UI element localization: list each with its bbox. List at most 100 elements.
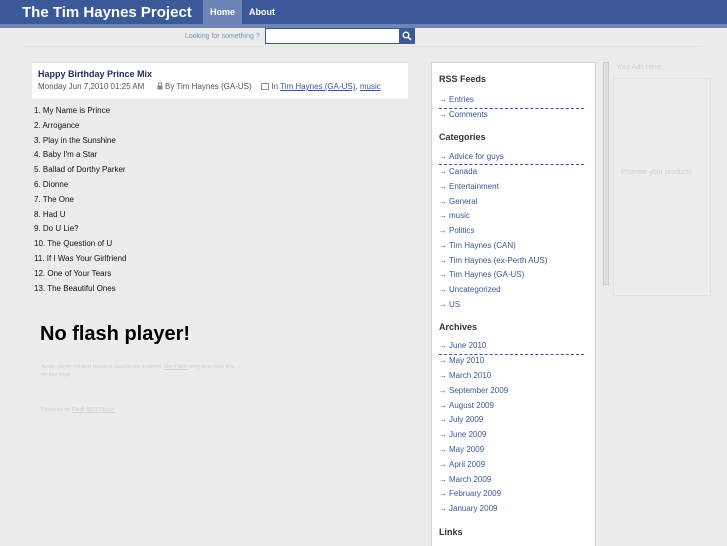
sidebar-item-category[interactable]: → Advice for guys (439, 152, 584, 161)
arrow-icon: → (439, 401, 447, 410)
arrow-icon: → (439, 167, 447, 176)
search-icon (402, 31, 412, 41)
post-in-label: In (271, 82, 279, 91)
list-item: 7. The One (34, 194, 74, 204)
arrow-icon: → (439, 211, 447, 220)
post-title[interactable]: Happy Birthday Prince Mix (38, 69, 152, 79)
arrow-icon: → (439, 285, 447, 294)
list-item: 2. Arrogance (34, 120, 80, 130)
sidebar-item-archive[interactable]: → April 2009 (439, 460, 584, 469)
list-item: 10. The Question of U (34, 239, 113, 249)
arrow-icon: → (439, 430, 447, 439)
sidebar-item-entries[interactable]: → Entries (439, 95, 584, 104)
site-title[interactable]: The Tim Haynes Project (22, 4, 192, 21)
sidebar-item-archive[interactable]: → August 2009 (439, 401, 584, 410)
lock-icon (157, 82, 163, 90)
powered-by-text: Powered by (41, 407, 71, 413)
sidebar-item-comments[interactable]: → Comments (439, 110, 584, 119)
arrow-icon: → (439, 341, 447, 350)
arrow-icon: → (439, 445, 447, 454)
flash-note-text-end: plug-in to hear this (189, 364, 235, 370)
sidebar-item-archive[interactable]: → June 2009 (439, 430, 584, 439)
sidebar-item-label: Entries (449, 95, 474, 104)
flash-mp3-player-link[interactable]: Flash MP3 Player (72, 407, 115, 413)
search-label: Looking for something ? (185, 33, 260, 40)
archives-heading: Archives (439, 322, 478, 332)
arrow-icon: → (439, 241, 447, 250)
sidebar-item-label: July 2009 (449, 415, 484, 424)
sidebar-item-archive[interactable]: → June 2010 (439, 341, 584, 350)
track-list: 1. My Name is Prince 2. Arrogance 3. Pla… (34, 104, 126, 296)
sidebar-item-category[interactable]: → Canada (439, 167, 584, 176)
sidebar-item-label: September 2009 (449, 386, 509, 395)
flash-note-text: Audio player content requires JavaScript… (41, 364, 163, 370)
sidebar-item-archive[interactable]: → March 2009 (439, 475, 584, 484)
search-input[interactable] (265, 28, 400, 44)
divider (439, 354, 584, 355)
list-item: 5. Ballad of Dorthy Parker (34, 165, 126, 175)
nav-about[interactable]: About (242, 0, 282, 24)
sidebar-item-label: Tim Haynes (GA-US) (449, 270, 525, 279)
sidebar-item-label: May 2009 (449, 445, 485, 454)
arrow-icon: → (439, 95, 447, 104)
list-item: 12. One of Your Tears (34, 268, 112, 278)
sidebar-item-category[interactable]: → Tim Haynes (GA-US) (439, 270, 584, 279)
arrow-icon: → (439, 386, 447, 395)
arrow-icon: → (439, 415, 447, 424)
sidebar-item-category[interactable]: → US (439, 300, 584, 309)
post-header: Happy Birthday Prince Mix Monday Jun 7,2… (32, 62, 408, 100)
sidebar-item-label: March 2010 (449, 371, 492, 380)
arrow-icon: → (439, 197, 447, 206)
sidebar-item-archive[interactable]: → July 2009 (439, 415, 584, 424)
post-category-link[interactable]: Tim Haynes (GA-US) (280, 82, 355, 91)
post-tag-link[interactable]: music (360, 82, 381, 91)
nav-home[interactable]: Home (203, 0, 243, 24)
sidebar-item-label: music (449, 211, 470, 220)
get-flash-link[interactable]: Get Flash (164, 364, 188, 370)
sidebar-item-label: Uncategorized (449, 285, 501, 294)
sidebar-item-archive[interactable]: → February 2009 (439, 489, 584, 498)
sidebar-item-archive[interactable]: → May 2010 (439, 356, 584, 365)
arrow-icon: → (439, 371, 447, 380)
search-button[interactable] (399, 28, 415, 44)
sidebar-item-category[interactable]: → music (439, 211, 584, 220)
sidebar-item-category[interactable]: → General (439, 197, 584, 206)
sidebar-item-label: Entertainment (449, 182, 499, 191)
sidebar-item-label: Canada (449, 167, 478, 176)
rss-feeds-heading: RSS Feeds (439, 74, 487, 84)
post-date: Monday Jun 7,2010 01:25 AM (38, 82, 145, 91)
sidebar-item-label: Comments (449, 110, 488, 119)
sidebar-item-archive[interactable]: → September 2009 (439, 386, 584, 395)
arrow-icon: → (439, 300, 447, 309)
list-item: 11. If I Was Your Girlfriend (34, 253, 127, 263)
sidebar-item-label: April 2009 (449, 460, 486, 469)
arrow-icon: → (439, 152, 447, 161)
sidebar-item-archive[interactable]: → January 2009 (439, 504, 584, 513)
sidebar-item-category[interactable]: → Uncategorized (439, 285, 584, 294)
sidebar-item-label: January 2009 (449, 504, 498, 513)
ad-box[interactable] (613, 78, 711, 296)
ad-text: Promote your products (621, 169, 692, 176)
sidebar-item-archive[interactable]: → March 2010 (439, 371, 584, 380)
arrow-icon: → (439, 256, 447, 265)
sidebar-item-label: General (449, 197, 478, 206)
sidebar-item-category[interactable]: → Politics (439, 226, 584, 235)
sidebar-item-label: June 2010 (449, 341, 487, 350)
post-category-separator: , (355, 82, 358, 91)
sidebar-item-category[interactable]: → Tim Haynes (CAN) (439, 241, 584, 250)
sidebar-item-category[interactable]: → Entertainment (439, 182, 584, 191)
sidebar-item-label: Politics (449, 226, 475, 235)
no-flash-message: No flash player! (40, 323, 191, 345)
top-bar: The Tim Haynes Project Home About (0, 0, 727, 28)
arrow-icon: → (439, 226, 447, 235)
sidebar-item-archive[interactable]: → May 2009 (439, 445, 584, 454)
sidebar-item-category[interactable]: → Tim Haynes (ex-Perth AUS) (439, 256, 584, 265)
powered-by: Powered by Flash MP3 Player (41, 406, 115, 414)
sidebar-item-label: Advice for guys (449, 152, 504, 161)
list-item: 8. Had U (34, 209, 66, 219)
arrow-icon: → (439, 356, 447, 365)
scrollbar[interactable] (603, 62, 609, 285)
categories-heading: Categories (439, 132, 486, 142)
flash-note: Audio player content requires JavaScript… (41, 363, 251, 379)
folder-icon (261, 83, 270, 90)
